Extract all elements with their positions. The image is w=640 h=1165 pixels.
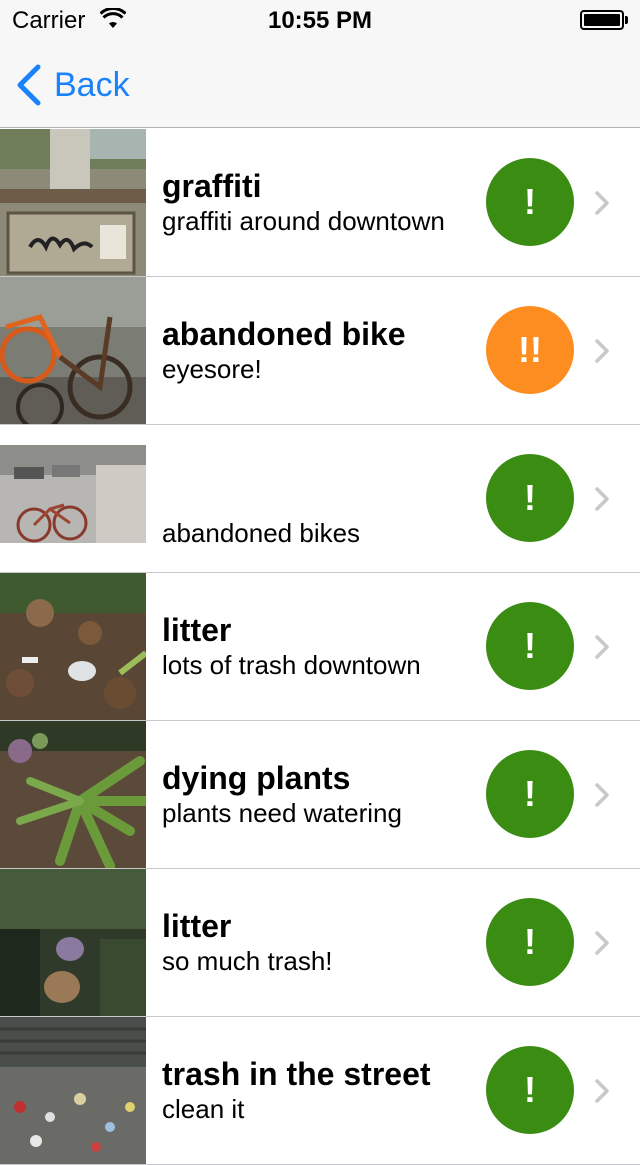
priority-badge: ! [486,898,574,986]
battery-icon [580,10,628,30]
clock-label: 10:55 PM [267,7,373,34]
navigation-bar: Back [0,40,640,128]
item-text: litter so much trash! [162,869,474,1016]
chevron-right-icon [595,487,609,511]
list-item[interactable]: dying plants plants need watering ! [0,721,640,869]
item-title: abandoned bike [162,315,406,352]
item-subtitle: graffiti around downtown [162,205,445,236]
status-bar: Carrier 10:55 PM [0,0,640,40]
chevron-right-icon [595,635,609,659]
item-text: graffiti graffiti around downtown [162,129,474,276]
list-item[interactable]: litter lots of trash downtown ! [0,573,640,721]
issue-photo [0,869,146,1016]
chevron-left-icon [17,64,41,106]
priority-badge: !! [486,306,574,394]
list-item[interactable]: abandoned bikes ! [0,425,640,573]
back-button[interactable]: Back [14,62,130,108]
list-item[interactable]: trash in the street clean it ! [0,1017,640,1165]
list-item[interactable]: graffiti graffiti around downtown ! [0,129,640,277]
issue-photo [0,721,146,868]
item-title: trash in the street [162,1055,431,1092]
item-text: dying plants plants need watering [162,721,474,868]
priority-badge: ! [486,1046,574,1134]
item-subtitle: eyesore! [162,353,262,384]
item-text: trash in the street clean it [162,1017,474,1164]
item-title: litter [162,611,232,648]
back-label: Back [54,65,130,104]
chevron-right-icon [595,783,609,807]
item-subtitle: abandoned bikes [162,518,361,548]
item-subtitle: so much trash! [162,945,333,976]
item-text: abandoned bikes [162,425,474,572]
item-subtitle: plants need watering [162,797,402,828]
priority-badge: ! [486,454,574,542]
chevron-right-icon [595,191,609,215]
item-text: abandoned bike eyesore! [162,277,474,424]
item-subtitle: clean it [162,1093,245,1124]
issue-photo [0,277,146,424]
item-title: litter [162,907,232,944]
item-subtitle: lots of trash downtown [162,649,421,680]
issue-photo [0,425,146,572]
item-title: dying plants [162,759,351,796]
item-text: litter lots of trash downtown [162,573,474,720]
chevron-right-icon [595,339,609,363]
priority-badge: ! [486,602,574,690]
issue-list: graffiti graffiti around downtown ! aban… [0,129,640,1165]
priority-badge: ! [486,158,574,246]
item-title: graffiti [162,167,262,204]
issue-photo [0,573,146,720]
issue-photo [0,1017,146,1164]
list-item[interactable]: litter so much trash! ! [0,869,640,1017]
priority-badge: ! [486,750,574,838]
chevron-right-icon [595,1079,609,1103]
list-item[interactable]: abandoned bike eyesore! !! [0,277,640,425]
issue-photo [0,129,146,276]
chevron-right-icon [595,931,609,955]
